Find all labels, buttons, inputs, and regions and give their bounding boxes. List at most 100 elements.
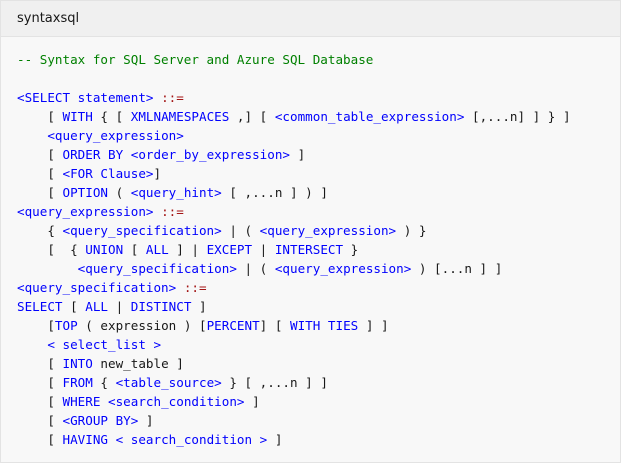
code-text: | [108, 299, 131, 314]
code-text: [ [17, 356, 63, 371]
code-line: SELECT [ ALL | DISTINCT ] [17, 297, 620, 316]
code-line: [ ORDER BY <order_by_expression> ] [17, 145, 620, 164]
code-text: { [92, 375, 116, 390]
code-line: [TOP ( expression ) [PERCENT] [ WITH TIE… [17, 316, 620, 335]
code-text: [ [17, 185, 63, 200]
code-line: <query_expression> [17, 126, 620, 145]
code-line: [ <FOR Clause>] [17, 164, 620, 183]
code-keyword: FROM [62, 375, 93, 390]
code-text: [ [17, 432, 63, 447]
code-text: } [ ,...n ] ] [221, 375, 328, 390]
code-text: ] ] [358, 318, 389, 333]
code-comment: -- Syntax for SQL Server and Azure SQL D… [17, 52, 374, 67]
code-keyword: INTO [62, 356, 93, 371]
code-text: [ [17, 318, 55, 333]
code-keyword: < select_list > [47, 337, 162, 352]
code-text: ] | [168, 242, 207, 257]
code-keyword: WITH TIES [290, 318, 359, 333]
code-keyword: PERCENT [206, 318, 260, 333]
code-keyword: < search_condition > [115, 432, 268, 447]
code-text: | ( [221, 223, 260, 238]
code-text: ] [ [259, 318, 290, 333]
code-line: -- Syntax for SQL Server and Azure SQL D… [17, 50, 620, 69]
code-line: [ WITH { [ XMLNAMESPACES ,] [ <common_ta… [17, 107, 620, 126]
code-line: [ HAVING < search_condition > ] [17, 430, 620, 449]
code-keyword: <GROUP BY> [62, 413, 139, 428]
code-keyword: WHERE [62, 394, 101, 409]
code-keyword: ORDER BY [62, 147, 124, 162]
code-keyword: <query_expression> [274, 261, 412, 276]
code-text: ) } [396, 223, 427, 238]
code-keyword: <order_by_expression> [130, 147, 290, 162]
code-line: <query_expression> ::= [17, 202, 620, 221]
code-keyword: <query_expression> [17, 204, 154, 219]
code-text: ( [108, 185, 131, 200]
code-keyword: ALL [145, 242, 169, 257]
code-operator: ::= [183, 280, 207, 295]
code-text: { [ [92, 109, 131, 124]
code-text: [ [17, 375, 63, 390]
code-text: [ [17, 166, 63, 181]
code-keyword: TOP [54, 318, 78, 333]
code-text: ] [191, 299, 207, 314]
code-line: < select_list > [17, 335, 620, 354]
code-text: [ [17, 413, 63, 428]
code-text: ] [244, 394, 260, 409]
code-keyword: OPTION [62, 185, 109, 200]
code-keyword: <query_specification> [62, 223, 222, 238]
code-text: [ [17, 394, 63, 409]
code-line: <query_specification> | ( <query_express… [17, 259, 620, 278]
code-keyword: WITH [62, 109, 93, 124]
code-text: ,] [ [229, 109, 275, 124]
code-text: ] [290, 147, 306, 162]
code-keyword: <query_expression> [259, 223, 397, 238]
code-keyword: <query_specification> [77, 261, 237, 276]
code-line: { <query_specification> | ( <query_expre… [17, 221, 620, 240]
code-text: ] [138, 413, 154, 428]
code-keyword: SELECT [17, 299, 63, 314]
code-keyword: UNION [85, 242, 124, 257]
code-line: [ INTO new_table ] [17, 354, 620, 373]
code-line: [ <GROUP BY> ] [17, 411, 620, 430]
code-line: [ OPTION ( <query_hint> [ ,...n ] ) ] [17, 183, 620, 202]
code-text: new_table ] [92, 356, 184, 371]
code-keyword: <search_condition> [108, 394, 245, 409]
code-keyword: <FOR Clause> [62, 166, 154, 181]
code-text: [ [17, 109, 63, 124]
code-line: [ FROM { <table_source> } [ ,...n ] ] [17, 373, 620, 392]
code-text: [ ,...n ] ) ] [221, 185, 328, 200]
code-line: [ WHERE <search_condition> ] [17, 392, 620, 411]
code-keyword: <SELECT statement> [17, 90, 154, 105]
code-keyword: <table_source> [115, 375, 222, 390]
code-text: ] [153, 166, 162, 181]
code-text: | [252, 242, 275, 257]
code-operator: ::= [161, 204, 184, 219]
code-text: } [343, 242, 359, 257]
code-text: ] [267, 432, 283, 447]
code-line: [ { UNION [ ALL ] | EXCEPT | INTERSECT } [17, 240, 620, 259]
code-text: [ { [17, 242, 86, 257]
code-keyword: <common_table_expression> [274, 109, 465, 124]
code-text: [,...n] ] } ] [464, 109, 571, 124]
code-keyword: <query_specification> [17, 280, 177, 295]
code-body[interactable]: -- Syntax for SQL Server and Azure SQL D… [1, 37, 620, 449]
code-text: [ [17, 147, 63, 162]
code-keyword: XMLNAMESPACES [130, 109, 230, 124]
code-line: <query_specification> ::= [17, 278, 620, 297]
code-text: [ [62, 299, 86, 314]
code-text: ) [...n ] ] [411, 261, 503, 276]
code-language-label: syntaxsql [1, 1, 620, 37]
code-keyword: DISTINCT [130, 299, 192, 314]
code-keyword: ALL [85, 299, 108, 314]
code-keyword: HAVING [62, 432, 109, 447]
